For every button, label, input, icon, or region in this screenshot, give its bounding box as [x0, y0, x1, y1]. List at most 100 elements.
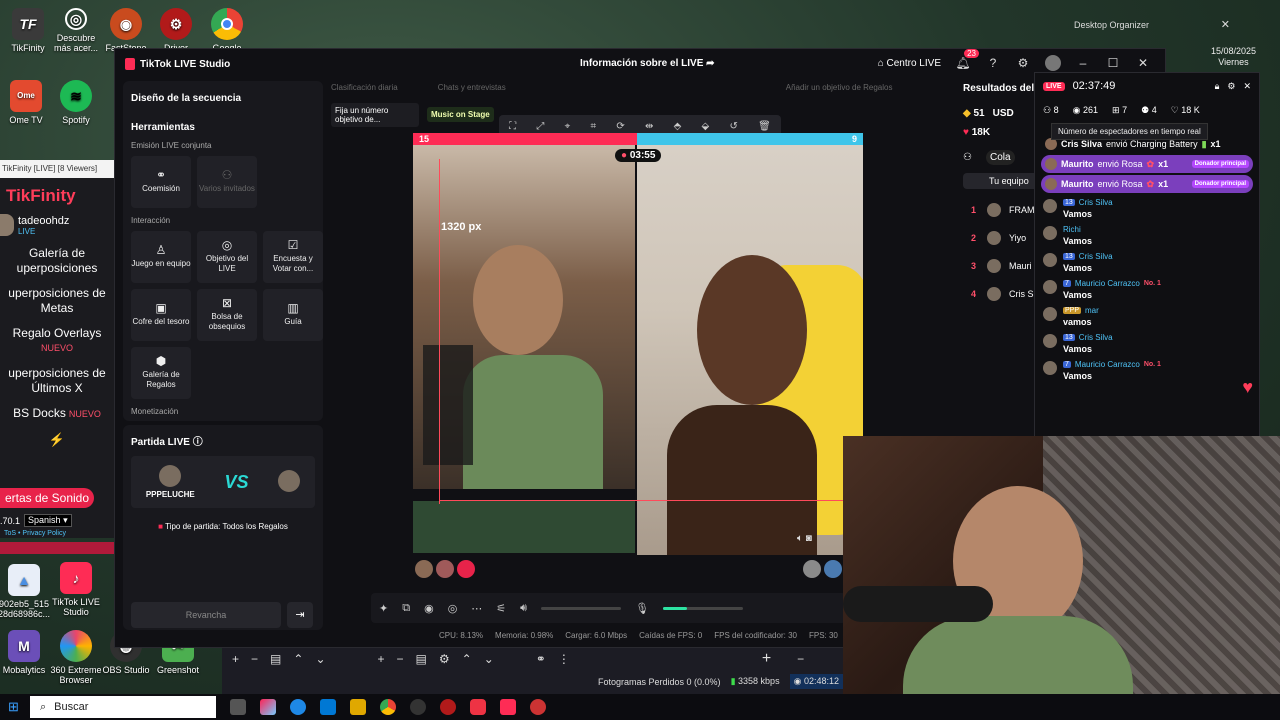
windows-start-icon[interactable]: ⊞: [8, 699, 19, 715]
gear-icon[interactable]: ⚙: [1015, 55, 1031, 71]
chrome-icon[interactable]: [380, 699, 396, 715]
mute-icon[interactable]: 🔈︎: [797, 533, 803, 544]
tiktok-icon[interactable]: [500, 699, 516, 715]
chat-message[interactable]: 7 Mauricio Carrazco No. 1 Vamos: [1035, 276, 1259, 303]
sliders-icon[interactable]: ⚟: [496, 602, 506, 615]
lock-icon[interactable]: 🔒︎: [1215, 81, 1220, 92]
music-on-stage-tag[interactable]: Music on Stage: [427, 107, 494, 122]
tikfinity-nav-item[interactable]: uperposiciones de Metas: [0, 286, 114, 316]
opera-icon[interactable]: [530, 699, 546, 715]
sequence-title[interactable]: Diseño de la secuencia: [131, 93, 315, 104]
desktop-icon-360-browser[interactable]: 360 Extreme Browser: [48, 630, 104, 685]
tool-joystick[interactable]: ♙ Juego en equipo: [131, 231, 191, 283]
filter-icon[interactable]: ▤: [270, 652, 281, 666]
tool-poll[interactable]: ☑ Encuesta y Votar con...: [263, 231, 323, 283]
flip-icon[interactable]: ⇹: [645, 121, 653, 132]
gifts-total[interactable]: ⊞ 7: [1112, 105, 1127, 116]
tikfinity-nav-item[interactable]: Regalo Overlays NUEVO: [0, 326, 114, 356]
add-icon[interactable]: +: [232, 652, 239, 666]
desktop-icon-google[interactable]: Google: [199, 8, 255, 53]
expand-icon[interactable]: ⤢: [536, 121, 544, 132]
record-icon[interactable]: ◉: [424, 602, 434, 615]
add-icon[interactable]: +: [762, 650, 771, 668]
edge-icon[interactable]: [290, 699, 306, 715]
driver-icon[interactable]: [440, 699, 456, 715]
chat-message[interactable]: 7 Mauricio Carrazco No. 1 Vamos: [1035, 357, 1259, 384]
chat-message[interactable]: PPP mar vamos: [1035, 303, 1259, 330]
tool-gift-gallery[interactable]: ⬢ Galería de Regalos: [131, 347, 191, 399]
speaker-icon[interactable]: 🔊︎: [520, 602, 527, 615]
remove-icon[interactable]: −: [251, 652, 258, 666]
more-icon[interactable]: ⋮: [558, 652, 570, 666]
tikfinity-user[interactable]: tadeoohdz LIVE: [0, 206, 114, 236]
fullscreen-icon[interactable]: ⛶: [509, 121, 516, 132]
link-icon[interactable]: ⚭: [536, 652, 546, 666]
maximize-icon[interactable]: ☐: [1105, 55, 1121, 71]
chat-message[interactable]: 13 Cris Silva Vamos: [1035, 249, 1259, 276]
desktop-icon-image-file[interactable]: ▲ 902eb5_515 28d68986c...: [0, 564, 52, 619]
likes-total[interactable]: ♡ 18 K: [1171, 105, 1200, 116]
exit-match-icon[interactable]: ⇥: [287, 602, 313, 628]
trash-icon[interactable]: 🗑︎: [758, 121, 771, 132]
obs-icon[interactable]: [410, 699, 426, 715]
desktop-icon-mobalytics[interactable]: M Mobalytics: [0, 630, 52, 675]
remove-icon[interactable]: −: [797, 652, 804, 666]
desktop-icon-driver[interactable]: ⚙ Driver: [148, 8, 204, 53]
tab-your-team[interactable]: Tu equipo: [963, 173, 1043, 189]
microphone-icon[interactable]: 🎙︎: [635, 602, 649, 615]
store-icon[interactable]: [320, 699, 336, 715]
undo-icon[interactable]: ↺: [729, 121, 737, 132]
speaker-volume-slider[interactable]: [541, 606, 622, 610]
screen-icon[interactable]: ⧉: [402, 602, 410, 615]
down-icon[interactable]: ⌄: [484, 652, 494, 666]
avatar[interactable]: [436, 560, 454, 578]
desktop-icon-ometv[interactable]: Ome Ome TV: [0, 80, 54, 125]
sound-alerts-button[interactable]: ertas de Sonido: [0, 488, 94, 508]
more-icon[interactable]: ⋯: [471, 602, 482, 615]
user-icon[interactable]: ⚇: [963, 152, 972, 163]
tikfinity-taskbar-icon[interactable]: [470, 699, 486, 715]
taskbar-search[interactable]: ⌕ Buscar: [30, 696, 216, 718]
rotate-icon[interactable]: ⟳: [616, 121, 624, 132]
avatar[interactable]: [457, 560, 475, 578]
tikfinity-nav-item[interactable]: BS Docks NUEVO: [0, 406, 114, 422]
add-icon[interactable]: +: [378, 652, 385, 666]
player-two[interactable]: [278, 469, 301, 495]
layer-down-icon[interactable]: ⬙: [702, 121, 710, 132]
rematch-button[interactable]: Revancha: [131, 602, 281, 628]
remove-icon[interactable]: −: [397, 652, 404, 666]
live-info-title[interactable]: Información sobre el LIVE ➦: [580, 58, 715, 69]
webcam-icon[interactable]: ◎: [448, 602, 458, 615]
file-explorer-icon[interactable]: [350, 699, 366, 715]
filter-icon[interactable]: ▤: [416, 652, 427, 666]
close-icon[interactable]: ✕: [1135, 55, 1151, 71]
crop-icon[interactable]: ⌗: [590, 121, 596, 132]
up-icon[interactable]: ⌃: [462, 652, 472, 666]
avatar[interactable]: [824, 560, 842, 578]
tab-collab[interactable]: Cola: [985, 150, 1015, 165]
player-one[interactable]: PPPELUCHE: [146, 465, 195, 499]
views-total[interactable]: ◉ 261: [1073, 105, 1098, 116]
chat-message[interactable]: 13 Cris Silva Vamos: [1035, 330, 1259, 357]
notification-bell-icon[interactable]: 🔔︎ 23: [955, 49, 979, 71]
avatar[interactable]: [415, 560, 433, 578]
viewers-now[interactable]: ⚇ 8: [1043, 105, 1059, 116]
layer-up-icon[interactable]: ⬘: [674, 121, 682, 132]
tool-link[interactable]: ⚭ Coemisión: [131, 156, 191, 208]
copilot-icon[interactable]: [260, 699, 276, 715]
tool-target[interactable]: ◎ Objetivo del LIVE: [197, 231, 257, 283]
tikfinity-nav-item[interactable]: uperposiciones de Últimos X: [0, 366, 114, 396]
profile-avatar[interactable]: [1045, 55, 1061, 71]
language-select[interactable]: Spanish ▾: [24, 514, 72, 527]
desktop-icon-spotify[interactable]: ≋ Spotify: [48, 80, 104, 125]
chat-message[interactable]: 13 Cris Silva Vamos: [1035, 195, 1259, 222]
gear-icon[interactable]: ⚙: [439, 652, 450, 666]
centro-live-button[interactable]: ⌂ Centro LIVE: [878, 58, 941, 69]
effects-icon[interactable]: ✦: [379, 602, 388, 615]
tool-bag[interactable]: ⊠ Bolsa de obsequios: [197, 289, 257, 341]
center-icon[interactable]: ⌖: [565, 121, 571, 132]
pin-target-tag[interactable]: Fija un número objetivo de...: [331, 103, 419, 127]
chat-message[interactable]: Richi Vamos: [1035, 222, 1259, 249]
close-icon[interactable]: ✕: [1243, 81, 1251, 92]
followers-total[interactable]: ⚉ 4: [1141, 105, 1157, 116]
